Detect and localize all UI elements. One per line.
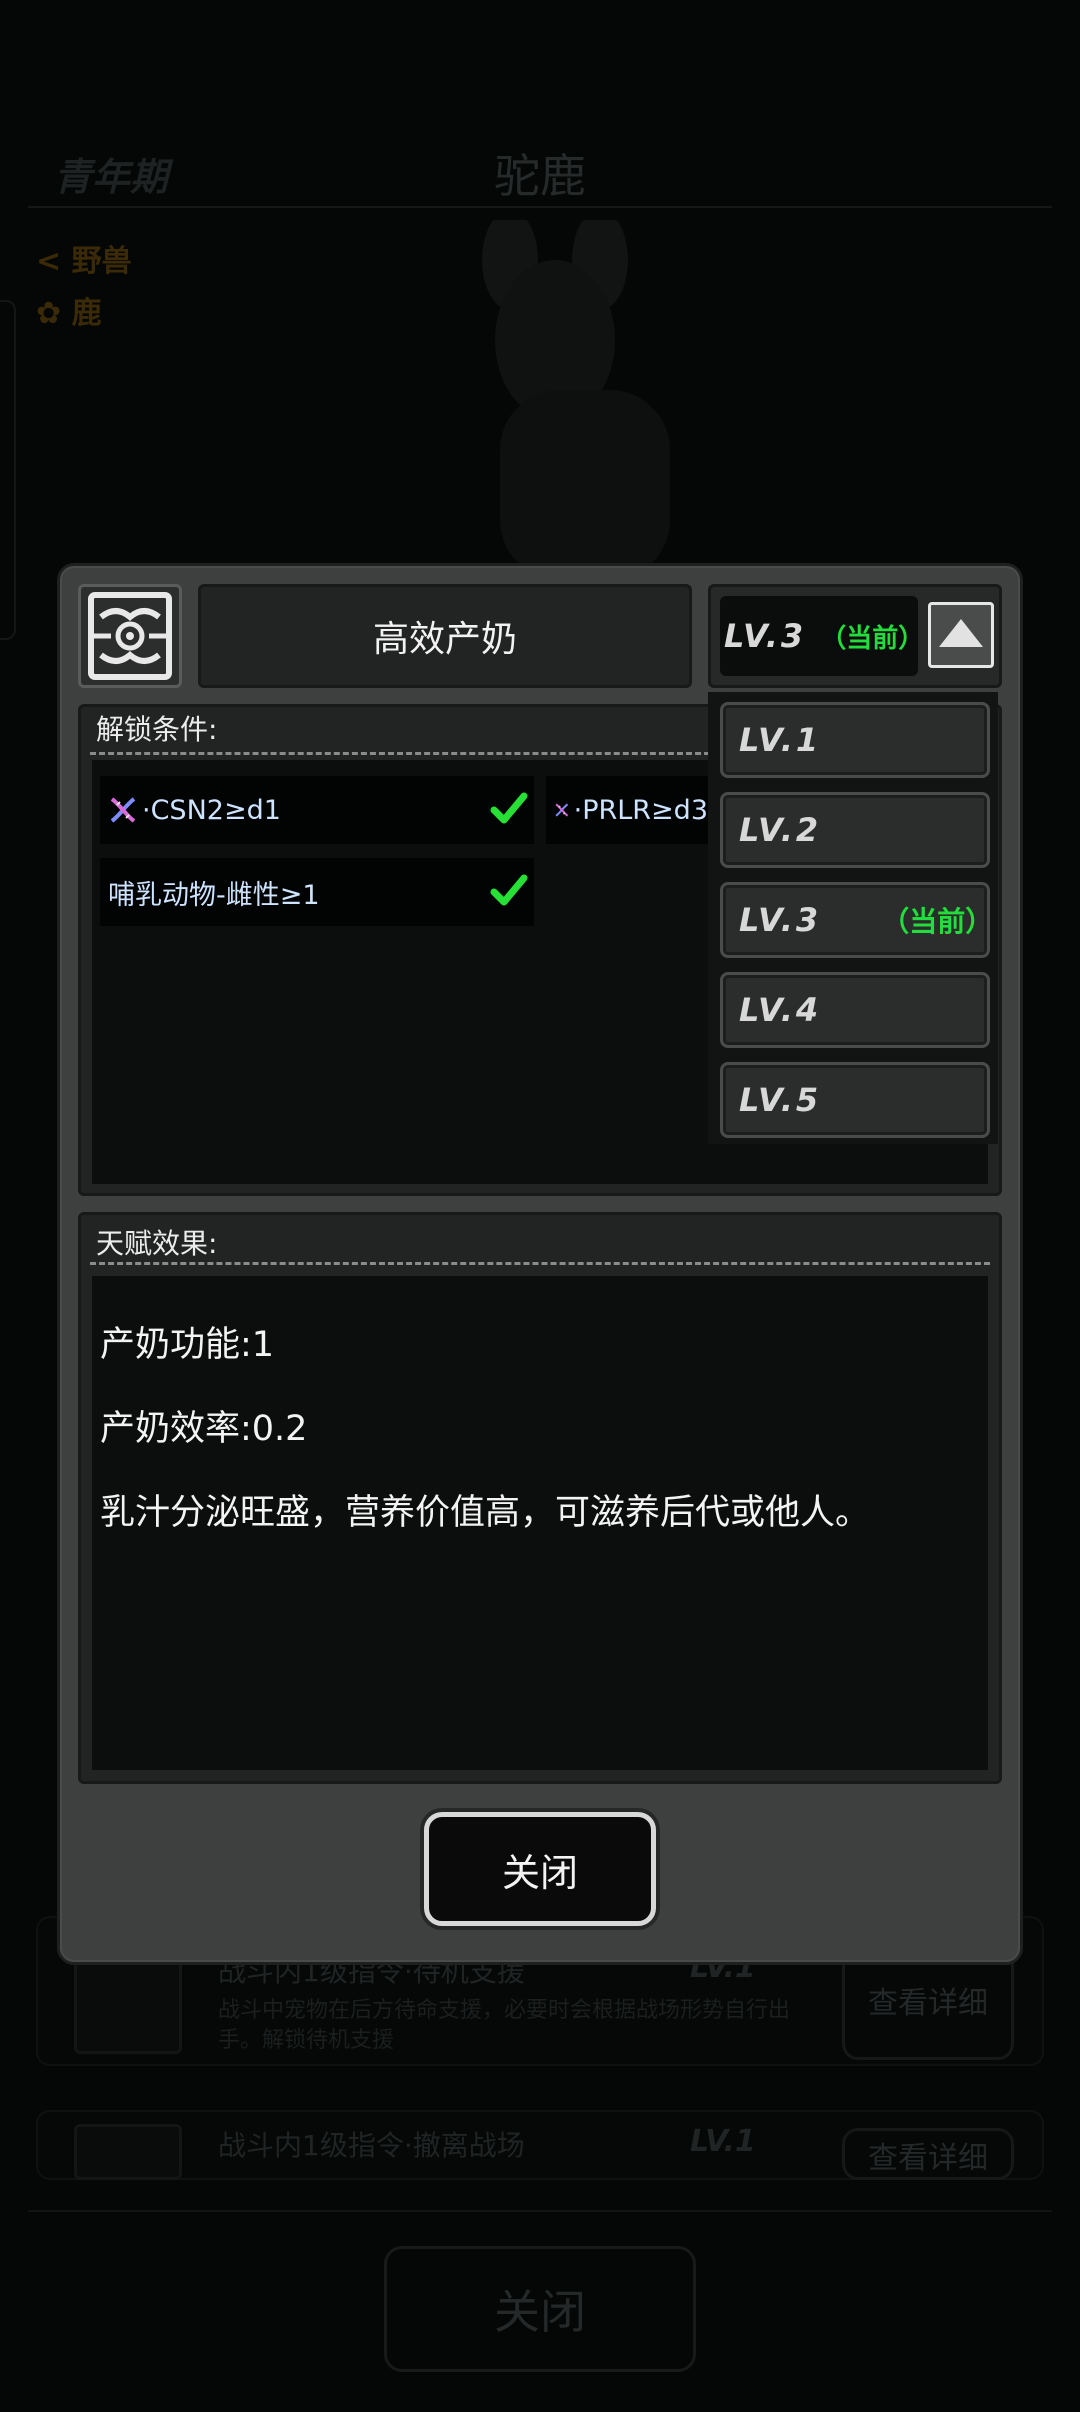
level-option-label: LV.1 (739, 721, 822, 759)
effect-line: 乳汁分泌旺盛，营养价值高，可滋养后代或他人。 (100, 1493, 871, 1533)
footer-divider (28, 2210, 1052, 2212)
condition-item: ·CSN2≥d1 (100, 776, 534, 844)
talent-name: 高效产奶 (198, 584, 692, 688)
level-current-tag: （当前） (820, 623, 925, 654)
background-row-desc: 战斗中宠物在后方待命支援，必要时会根据战场形势自行出手。解锁待机支援 (218, 1998, 791, 2053)
level-option-2[interactable]: LV.2 (720, 792, 990, 868)
paw-icon: ✿ (36, 296, 62, 331)
header-divider (28, 206, 1052, 208)
tag-deer-label: 鹿 (71, 296, 102, 331)
effect-label: 天赋效果: (96, 1227, 218, 1260)
effect-line: 产奶效率:0.2 (100, 1409, 308, 1449)
background-row-icon (74, 2124, 182, 2180)
side-drawer-handle[interactable] (0, 300, 16, 640)
animal-title: 驼鹿 (494, 149, 586, 203)
level-option-label: LV.4 (739, 991, 822, 1029)
checkmark-icon (490, 874, 528, 906)
level-current-label: LV.3 (724, 617, 807, 655)
condition-item: ·PRLR≥d3 (546, 776, 708, 844)
level-option-current-tag: （当前） (881, 905, 994, 938)
unlock-label: 解锁条件: (96, 713, 218, 746)
condition-text: ·PRLR≥d3 (573, 794, 708, 826)
background-row-name: 战斗内1级指令·撤离战场 (218, 2129, 525, 2162)
tag-deer: ✿ 鹿 (36, 288, 102, 332)
close-button[interactable]: 关闭 (424, 1812, 656, 1926)
effect-divider (90, 1262, 990, 1265)
tag-beast: < 野兽 (36, 236, 132, 280)
effect-line: 产奶功能:1 (100, 1325, 275, 1365)
level-option-3[interactable]: LV.3 （当前） (720, 882, 994, 958)
level-option-4[interactable]: LV.4 (720, 972, 990, 1048)
level-dropdown-toggle[interactable] (928, 602, 994, 668)
background-row-icon (74, 1946, 182, 2054)
background-row-level: LV.1 (690, 2124, 756, 2159)
background-close-button[interactable]: 关闭 (384, 2246, 696, 2372)
dna-icon (110, 797, 136, 823)
level-option-5[interactable]: LV.5 (720, 1062, 990, 1138)
level-option-label: LV.2 (739, 811, 822, 849)
share-icon: < (36, 244, 62, 279)
condition-item: 哺乳动物-雌性≥1 (100, 858, 534, 926)
view-details-button[interactable]: 查看详细 (842, 2128, 1014, 2180)
level-option-label: LV.3 (739, 901, 822, 939)
level-option-1[interactable]: LV.1 (720, 702, 990, 778)
condition-text: ·CSN2≥d1 (142, 794, 281, 826)
condition-text: 哺乳动物-雌性≥1 (108, 879, 320, 911)
animal-portrait (482, 220, 670, 580)
level-option-label: LV.5 (739, 1081, 822, 1119)
level-current[interactable]: LV.3 （当前） (720, 596, 925, 676)
effect-description: 产奶功能:1 产奶效率:0.2 乳汁分泌旺盛，营养价值高，可滋养后代或他人。 (100, 1282, 980, 1576)
triangle-up-icon (939, 619, 983, 647)
totem-emblem-icon (78, 584, 182, 688)
checkmark-icon (490, 792, 528, 824)
tag-beast-label: 野兽 (71, 244, 132, 279)
dna-icon (555, 803, 569, 817)
